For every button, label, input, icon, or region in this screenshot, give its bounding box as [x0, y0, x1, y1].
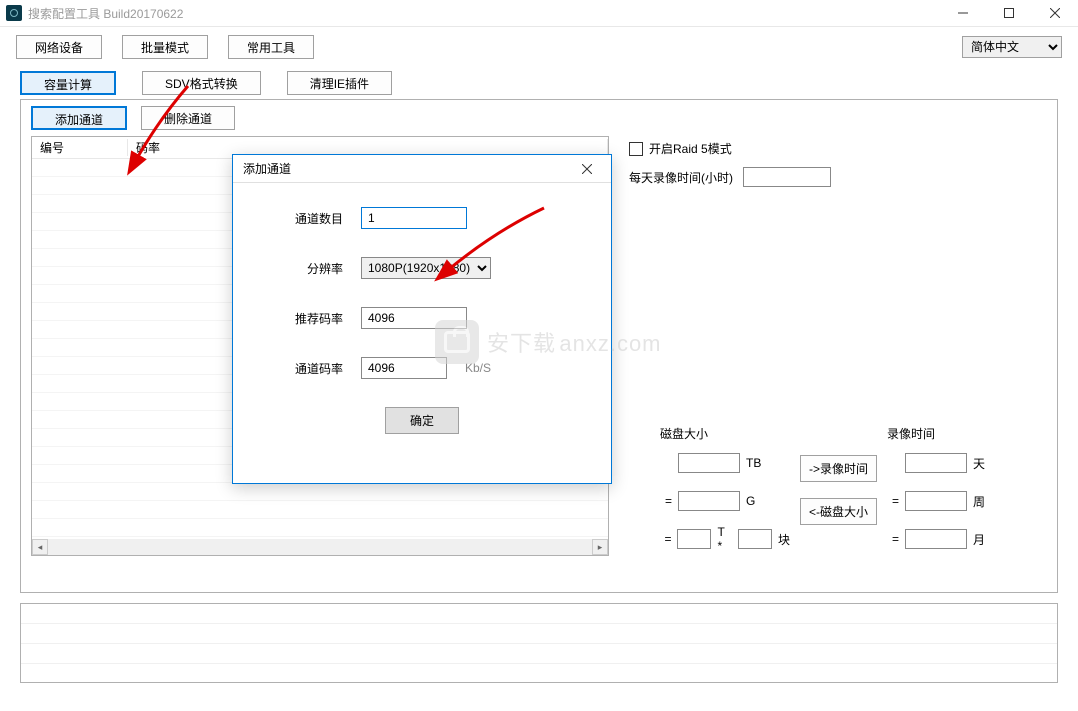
tab-capacity[interactable]: 容量计算 [20, 71, 116, 95]
close-button[interactable] [1032, 0, 1078, 27]
tb-label: TB [746, 456, 761, 470]
channel-rate-label: 通道码率 [263, 360, 343, 377]
to-record-time-button[interactable]: ->录像时间 [800, 455, 877, 482]
tools-button[interactable]: 常用工具 [228, 35, 314, 59]
disk-t-input[interactable] [677, 529, 711, 549]
disk-size-col: 磁盘大小 TB = G = T * 块 [660, 425, 790, 562]
recommended-rate-input[interactable] [361, 307, 467, 329]
eq1: = [660, 494, 672, 508]
dialog-titlebar: 添加通道 [233, 155, 611, 183]
channel-count-input[interactable] [361, 207, 467, 229]
eq3: = [887, 494, 899, 508]
network-button[interactable]: 网络设备 [16, 35, 102, 59]
horizontal-scrollbar[interactable]: ◂ ▸ [32, 539, 608, 555]
record-time-title: 录像时间 [887, 425, 1017, 442]
dialog-title: 添加通道 [243, 160, 291, 177]
month-label: 月 [973, 531, 985, 548]
daily-record-label: 每天录像时间(小时) [629, 169, 733, 186]
dialog-close-button[interactable] [573, 158, 601, 180]
day-label: 天 [973, 455, 985, 472]
titlebar: 搜索配置工具 Build20170622 [0, 0, 1078, 27]
disk-count-input[interactable] [738, 529, 772, 549]
eq2: = [660, 532, 672, 546]
scroll-left-icon[interactable]: ◂ [32, 539, 48, 555]
channel-buttons: 添加通道 删除通道 [31, 106, 1047, 130]
window-controls [940, 0, 1078, 27]
titlebar-text: 搜索配置工具 Build20170622 [28, 5, 183, 22]
rec-month-input[interactable] [905, 529, 967, 549]
app-icon [6, 5, 22, 21]
resolution-label: 分辨率 [263, 260, 343, 277]
channel-count-label: 通道数目 [263, 210, 343, 227]
add-channel-dialog: 添加通道 通道数目 分辨率 1080P(1920x1080) 推荐码率 通道码率… [232, 154, 612, 484]
channel-rate-input[interactable] [361, 357, 447, 379]
kbps-label: Kb/S [465, 361, 491, 375]
top-toolbar: 网络设备 批量模式 常用工具 简体中文 [0, 27, 1078, 67]
dialog-ok-button[interactable]: 确定 [385, 407, 459, 434]
calc-area: 磁盘大小 TB = G = T * 块 ->录像时间 <-磁盘大小 [660, 425, 1017, 562]
disk-size-title: 磁盘大小 [660, 425, 790, 442]
tab-cleanie[interactable]: 清理IE插件 [287, 71, 392, 95]
resolution-select[interactable]: 1080P(1920x1080) [361, 257, 491, 279]
daily-record-row: 每天录像时间(小时) [629, 167, 1039, 187]
record-time-col: 录像时间 天 = 周 = 月 [887, 425, 1017, 562]
eq4: = [887, 532, 899, 546]
daily-record-input[interactable] [743, 167, 831, 187]
kuai-label: 块 [778, 531, 790, 548]
week-label: 周 [973, 493, 985, 510]
add-channel-button[interactable]: 添加通道 [31, 106, 127, 130]
tab-row: 容量计算 SDV格式转换 清理IE插件 [0, 67, 1078, 99]
raid5-checkbox[interactable] [629, 142, 643, 156]
convert-buttons: ->录像时间 <-磁盘大小 [800, 455, 877, 525]
disk-g-input[interactable] [678, 491, 740, 511]
minimize-button[interactable] [940, 0, 986, 27]
recommended-rate-label: 推荐码率 [263, 310, 343, 327]
tab-sdv[interactable]: SDV格式转换 [142, 71, 261, 95]
disk-tb-input[interactable] [678, 453, 740, 473]
language-select[interactable]: 简体中文 [962, 36, 1062, 58]
dialog-body: 通道数目 分辨率 1080P(1920x1080) 推荐码率 通道码率 Kb/S… [233, 183, 611, 458]
tstar-label: T * [717, 525, 731, 553]
to-disk-size-button[interactable]: <-磁盘大小 [800, 498, 877, 525]
raid5-label: 开启Raid 5模式 [649, 140, 732, 157]
g-label: G [746, 494, 755, 508]
maximize-button[interactable] [986, 0, 1032, 27]
delete-channel-button[interactable]: 删除通道 [141, 106, 235, 130]
batch-button[interactable]: 批量模式 [122, 35, 208, 59]
col-number: 编号 [32, 139, 128, 156]
scroll-right-icon[interactable]: ▸ [592, 539, 608, 555]
rec-day-input[interactable] [905, 453, 967, 473]
raid-row: 开启Raid 5模式 [629, 140, 1039, 157]
status-log[interactable] [20, 603, 1058, 683]
rec-week-input[interactable] [905, 491, 967, 511]
